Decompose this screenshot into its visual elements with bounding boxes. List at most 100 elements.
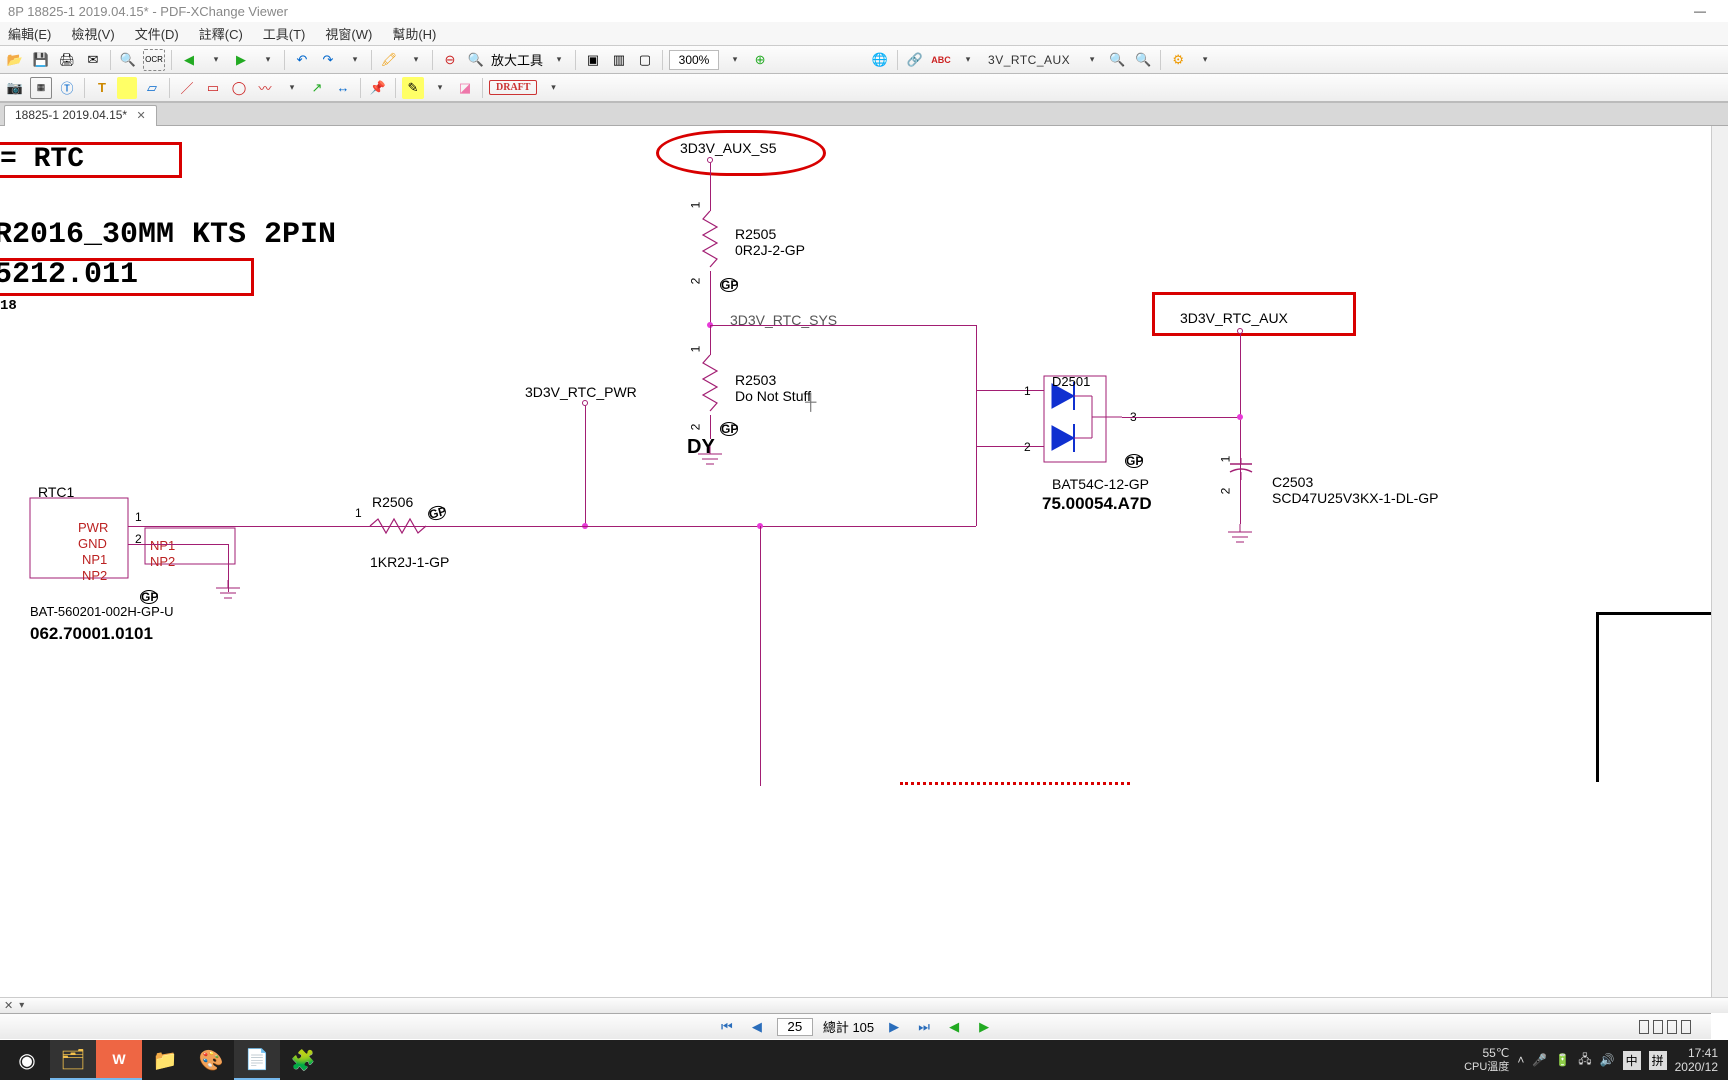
shape-dropdown[interactable] <box>280 77 302 99</box>
abc-icon[interactable]: ABC <box>930 49 952 71</box>
pin-icon[interactable]: 📌 <box>367 77 389 99</box>
print-icon[interactable]: 🖨 <box>56 49 78 71</box>
save-icon[interactable]: 💾 <box>30 49 52 71</box>
zoom-in-icon[interactable]: ⊕ <box>749 49 771 71</box>
link-dropdown-value[interactable]: 3V_RTC_AUX <box>982 52 1076 68</box>
tray-chevron-icon[interactable]: ˄ <box>1517 1053 1524 1067</box>
draft-stamp[interactable]: DRAFT <box>489 80 537 95</box>
find-icon[interactable]: 🔍 <box>117 49 139 71</box>
link-value-dropdown[interactable] <box>1080 49 1102 71</box>
pencil-icon[interactable]: ✎ <box>402 77 424 99</box>
find-prev-icon[interactable]: 🔍 <box>1132 49 1154 71</box>
document-viewport[interactable]: = RTC R2016_30MM KTS 2PIN 5212.011 18 3D… <box>0 126 1728 1039</box>
explorer-icon[interactable]: 🗂 <box>50 1040 96 1080</box>
forward-icon[interactable]: ▶ <box>230 49 252 71</box>
mail-icon[interactable]: ✉ <box>82 49 104 71</box>
ime-mode[interactable]: 拼 <box>1649 1051 1667 1070</box>
zoom-dropdown[interactable] <box>723 49 745 71</box>
menu-view[interactable]: 檢視(V) <box>67 22 118 45</box>
menu-help[interactable]: 幫助(H) <box>388 22 440 45</box>
c2503-val: SCD47U25V3KX-1-DL-GP <box>1272 490 1439 506</box>
rect-icon[interactable]: ▭ <box>202 77 224 99</box>
find-next-icon[interactable]: 🔍 <box>1106 49 1128 71</box>
last-page-button[interactable]: ⏭ <box>914 1017 934 1037</box>
nav-fwd-icon[interactable]: ▶ <box>974 1017 994 1037</box>
paint-icon[interactable]: 🎨 <box>188 1040 234 1080</box>
callout-icon[interactable]: ▱ <box>141 77 163 99</box>
open-icon[interactable]: 📂 <box>4 49 26 71</box>
ime-lang[interactable]: 中 <box>1623 1051 1641 1070</box>
rotate-ccw-icon[interactable]: ↶ <box>291 49 313 71</box>
zoom-out-icon[interactable]: ⊖ <box>439 49 461 71</box>
clock[interactable]: 17:41 2020/12 <box>1675 1046 1718 1074</box>
menu-document[interactable]: 文件(D) <box>131 22 183 45</box>
next-page-button[interactable]: ▶ <box>884 1017 904 1037</box>
back-dropdown[interactable] <box>204 49 226 71</box>
document-tab[interactable]: 18825-1 2019.04.15* ✕ <box>4 105 157 127</box>
facing-continuous-icon[interactable] <box>1681 1020 1691 1034</box>
wps-icon[interactable]: W <box>96 1040 142 1080</box>
textbox-icon[interactable]: T <box>91 77 113 99</box>
zoom-tool-icon[interactable]: 🔍 <box>465 49 487 71</box>
highlight-dropdown[interactable] <box>404 49 426 71</box>
close-tab-icon[interactable]: ✕ <box>136 110 145 122</box>
link-icon[interactable]: 🔗 <box>904 49 926 71</box>
volume-icon[interactable]: 🔊 <box>1600 1053 1615 1067</box>
arrow-icon[interactable]: ↗ <box>306 77 328 99</box>
r2503-ref: R2503 <box>735 372 776 388</box>
oval-icon[interactable]: ◯ <box>228 77 250 99</box>
pdf-viewer-icon[interactable]: 📄 <box>234 1040 280 1080</box>
net-rtc-pwr: 3D3V_RTC_PWR <box>525 384 637 400</box>
polyline-icon[interactable]: 〰 <box>254 77 276 99</box>
ocr-icon[interactable]: OCR <box>143 49 165 71</box>
rotate-cw-icon[interactable]: ↷ <box>317 49 339 71</box>
vertical-scrollbar[interactable] <box>1711 126 1728 1013</box>
line-icon[interactable]: ／ <box>176 77 198 99</box>
gp-mark: GP <box>1125 452 1143 468</box>
facing-icon[interactable] <box>1667 1020 1677 1034</box>
undo-dropdown[interactable] <box>343 49 365 71</box>
actual-size-icon[interactable]: ▢ <box>634 49 656 71</box>
network-icon[interactable]: 🖧 <box>1578 1050 1591 1071</box>
prev-page-button[interactable]: ◀ <box>747 1017 767 1037</box>
settings-dropdown[interactable] <box>1193 49 1215 71</box>
highlight-tool-icon[interactable]: 🖍 <box>378 49 400 71</box>
temperature-widget[interactable]: 55℃ CPU溫度 <box>1464 1046 1509 1074</box>
app-icon[interactable]: 🧩 <box>280 1040 326 1080</box>
menu-tools[interactable]: 工具(T) <box>259 22 310 45</box>
chevron-down-icon[interactable]: ▾ <box>19 1000 24 1011</box>
settings-icon[interactable]: ⚙ <box>1167 49 1189 71</box>
forward-dropdown[interactable] <box>256 49 278 71</box>
eraser-icon[interactable]: ◪ <box>454 77 476 99</box>
text-select-icon[interactable]: Ⓣ <box>56 77 78 99</box>
menu-window[interactable]: 視窗(W) <box>321 22 376 45</box>
camera-icon[interactable]: 📷 <box>4 77 26 99</box>
c2503-ref: C2503 <box>1272 474 1313 490</box>
highlight-icon[interactable] <box>117 77 137 99</box>
first-page-button[interactable]: ⏮ <box>717 1017 737 1037</box>
page-input[interactable] <box>777 1018 813 1036</box>
menu-comment[interactable]: 註釋(C) <box>195 22 247 45</box>
fit-width-icon[interactable]: ▥ <box>608 49 630 71</box>
pin1: 1 <box>135 510 142 524</box>
minimize-button[interactable]: — <box>1680 4 1720 18</box>
stamp-dropdown[interactable] <box>541 77 563 99</box>
web-icon[interactable]: 🌐 <box>869 49 891 71</box>
chrome-icon[interactable]: ◉ <box>4 1040 50 1080</box>
folder-icon[interactable]: 📁 <box>142 1040 188 1080</box>
zoom-input[interactable] <box>669 50 719 70</box>
close-icon[interactable]: ✕ <box>4 999 13 1012</box>
nav-back-icon[interactable]: ◀ <box>944 1017 964 1037</box>
select-icon[interactable]: ▦ <box>30 77 52 99</box>
back-icon[interactable]: ◀ <box>178 49 200 71</box>
menu-edit[interactable]: 編輯(E) <box>4 22 55 45</box>
continuous-icon[interactable] <box>1653 1020 1663 1034</box>
abc-dropdown[interactable] <box>956 49 978 71</box>
fit-page-icon[interactable]: ▣ <box>582 49 604 71</box>
zoom-tool-dropdown[interactable] <box>547 49 569 71</box>
pencil-dropdown[interactable] <box>428 77 450 99</box>
dimension-icon[interactable]: ↔ <box>332 77 354 99</box>
microphone-icon[interactable]: 🎤 <box>1532 1053 1547 1067</box>
single-page-icon[interactable] <box>1639 1020 1649 1034</box>
battery-icon[interactable]: 🔋 <box>1555 1053 1570 1067</box>
